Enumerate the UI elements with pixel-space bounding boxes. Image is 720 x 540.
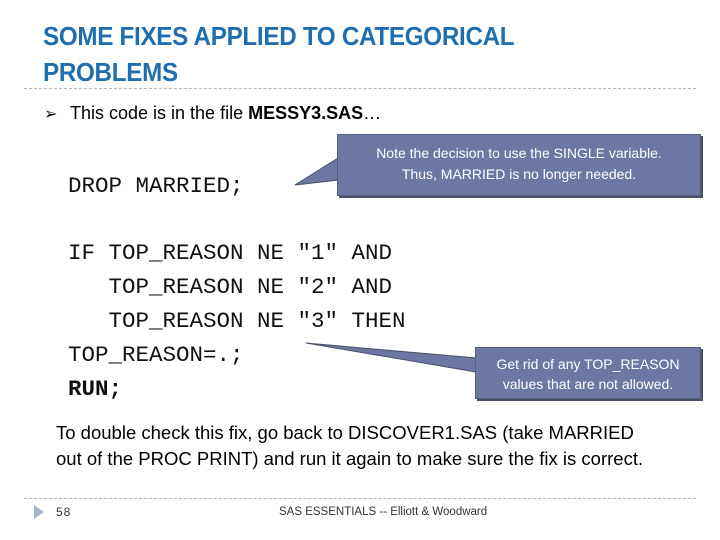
- callout-line: Get rid of any TOP_REASON: [496, 356, 680, 372]
- code-if-block: IF TOP_REASON NE "1" AND TOP_REASON NE "…: [68, 236, 406, 406]
- code-line: TOP_REASON NE "3" THEN: [68, 308, 406, 334]
- code-line: TOP_REASON NE "2" AND: [68, 274, 393, 300]
- bullet-ellipsis: …: [363, 103, 382, 123]
- bullet-item: ➢ This code is in the file MESSY3.SAS…: [44, 103, 381, 124]
- code-drop-line: DROP MARRIED;: [68, 173, 244, 199]
- code-line: TOP_REASON=.;: [68, 342, 244, 368]
- code-run-line: RUN;: [68, 376, 123, 402]
- callout-single-variable: Note the decision to use the SINGLE vari…: [337, 134, 701, 196]
- triangle-icon: [34, 505, 44, 519]
- callout-line: values that are not allowed.: [502, 376, 674, 392]
- callout-line: Thus, MARRIED is no longer needed.: [401, 166, 637, 182]
- slide-title: SOME FIXES APPLIED TO CATEGORICAL PROBLE…: [43, 21, 514, 87]
- note-text: To double check this fix, go back to DIS…: [56, 422, 644, 469]
- footer-divider: [24, 498, 696, 499]
- callout-line: Note the decision to use the SINGLE vari…: [376, 145, 662, 161]
- page-number: 58: [56, 505, 72, 519]
- callout-top-reason: Get rid of any TOP_REASON values that ar…: [475, 347, 701, 399]
- code-line: IF TOP_REASON NE "1" AND: [68, 240, 393, 266]
- footer-text: SAS ESSENTIALS -- Elliott & Woodward: [279, 506, 488, 518]
- title-divider: [24, 88, 696, 89]
- bullet-text: This code is in the file: [70, 103, 249, 123]
- file-name: MESSY3.SAS: [248, 103, 364, 123]
- arrow-bullet-icon: ➢: [44, 106, 58, 123]
- callout-1-pointer: [294, 157, 339, 186]
